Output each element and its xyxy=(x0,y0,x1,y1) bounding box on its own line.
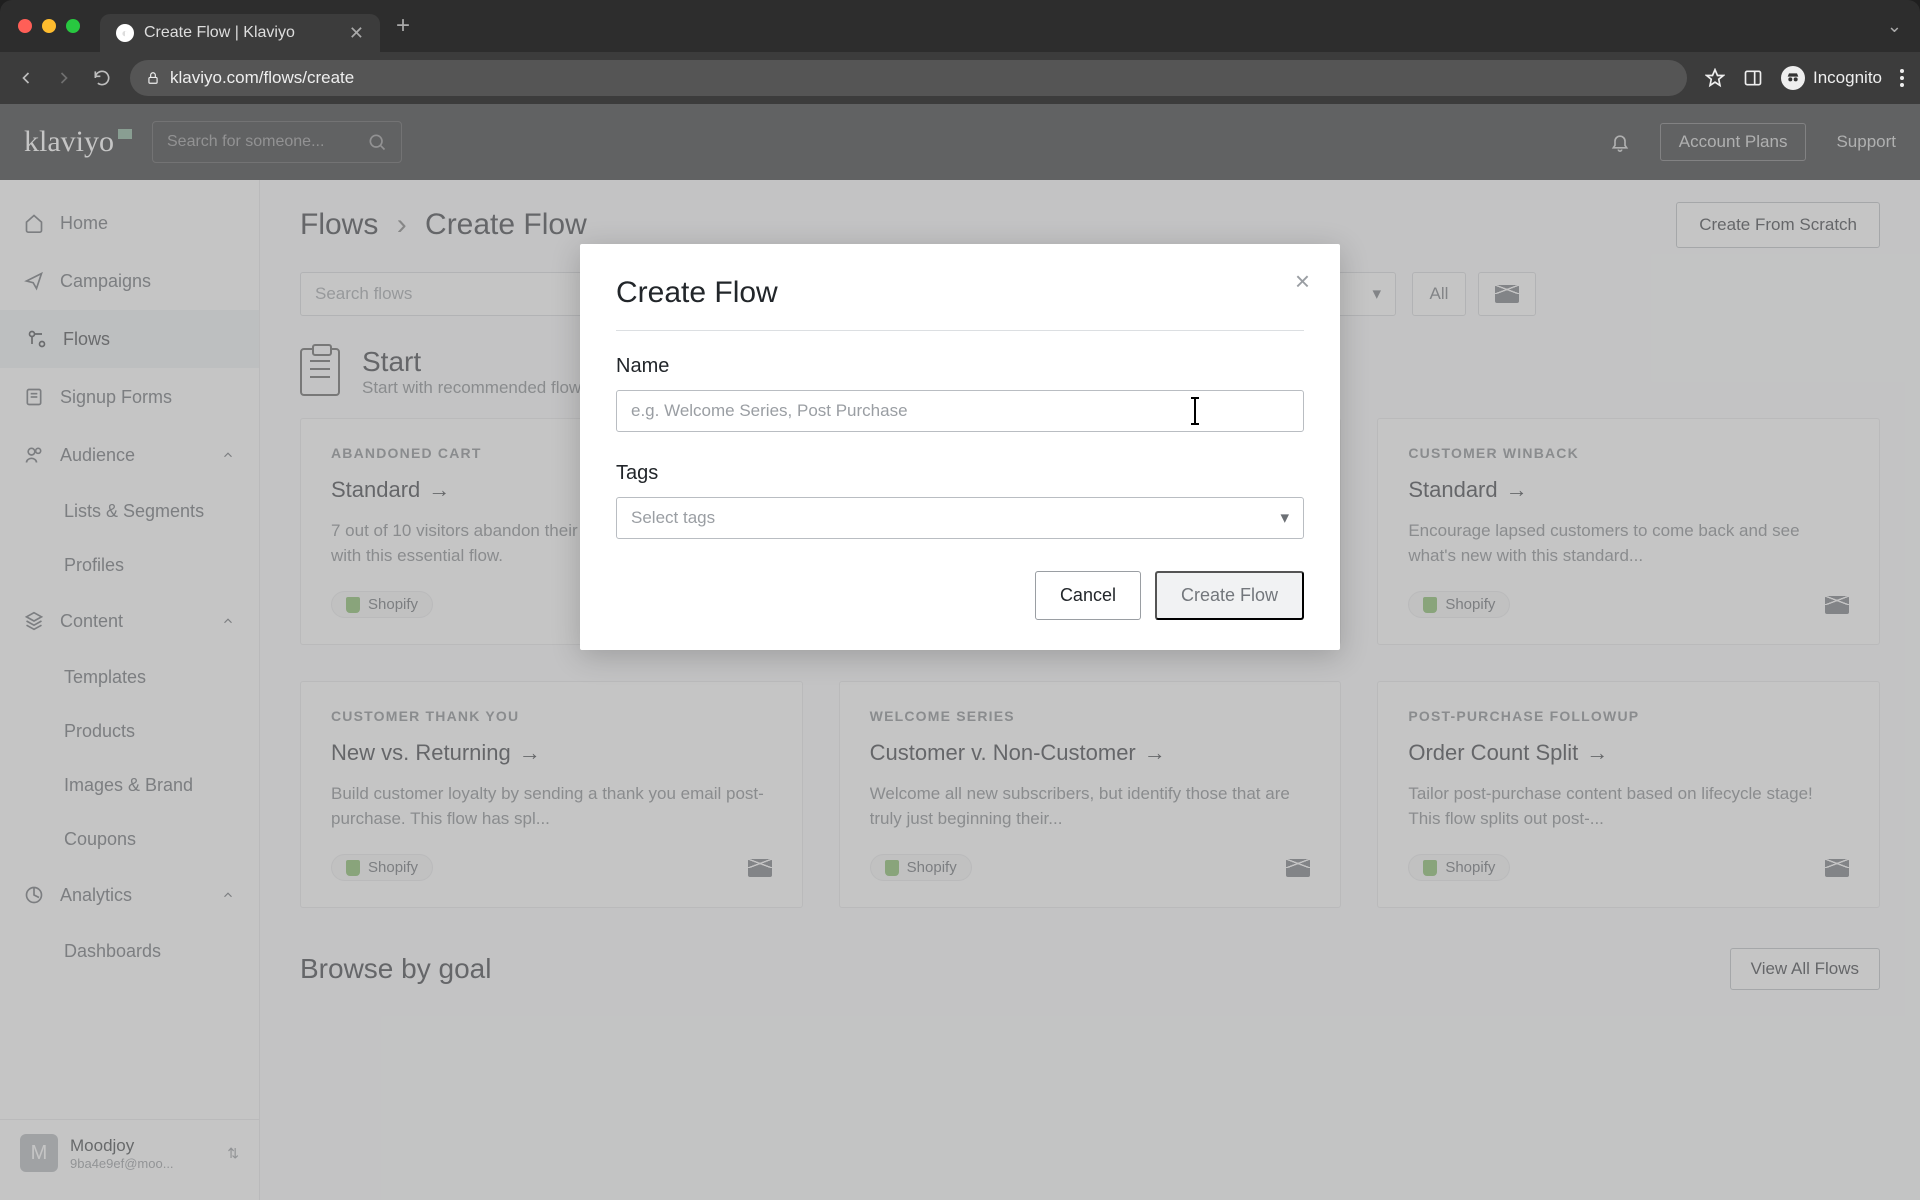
text-cursor-icon xyxy=(1194,399,1196,423)
forward-icon[interactable] xyxy=(54,68,74,88)
maximize-window-icon[interactable] xyxy=(66,19,80,33)
caret-down-icon: ▾ xyxy=(1280,508,1289,528)
modal-close-icon[interactable]: × xyxy=(1295,266,1310,297)
back-icon[interactable] xyxy=(16,68,36,88)
star-icon[interactable] xyxy=(1705,68,1725,88)
close-window-icon[interactable] xyxy=(18,19,32,33)
minimize-window-icon[interactable] xyxy=(42,19,56,33)
cancel-button[interactable]: Cancel xyxy=(1035,571,1141,620)
create-flow-button[interactable]: Create Flow xyxy=(1155,571,1304,620)
tab-expand-icon[interactable]: ⌄ xyxy=(1887,16,1902,37)
address-bar: klaviyo.com/flows/create Incognito xyxy=(0,52,1920,104)
name-label: Name xyxy=(616,355,1304,378)
tags-select[interactable]: Select tags ▾ xyxy=(616,497,1304,539)
traffic-lights xyxy=(18,19,80,33)
tab-favicon-icon: ◐ xyxy=(116,24,134,42)
url-text: klaviyo.com/flows/create xyxy=(170,68,354,88)
divider xyxy=(616,330,1304,331)
tab-title: Create Flow | Klaviyo xyxy=(144,24,295,42)
incognito-badge[interactable]: Incognito xyxy=(1781,66,1882,90)
modal-overlay[interactable]: Create Flow × Name Tags Select tags ▾ Ca… xyxy=(0,104,1920,1200)
browser-menu-icon[interactable] xyxy=(1900,69,1904,87)
window-chrome: ◐ Create Flow | Klaviyo ✕ + ⌄ xyxy=(0,0,1920,52)
url-input[interactable]: klaviyo.com/flows/create xyxy=(130,60,1687,96)
flow-name-input[interactable] xyxy=(616,390,1304,432)
incognito-label: Incognito xyxy=(1813,68,1882,88)
tab-close-icon[interactable]: ✕ xyxy=(349,23,364,44)
incognito-icon xyxy=(1781,66,1805,90)
reload-icon[interactable] xyxy=(92,68,112,88)
tags-label: Tags xyxy=(616,462,1304,485)
lock-icon xyxy=(146,71,160,85)
app-root: klaviyo Search for someone... Account Pl… xyxy=(0,104,1920,1200)
browser-tab[interactable]: ◐ Create Flow | Klaviyo ✕ xyxy=(100,14,380,52)
panel-icon[interactable] xyxy=(1743,68,1763,88)
new-tab-button[interactable]: + xyxy=(396,12,410,40)
create-flow-modal: Create Flow × Name Tags Select tags ▾ Ca… xyxy=(580,244,1340,650)
modal-title: Create Flow xyxy=(616,276,1304,310)
